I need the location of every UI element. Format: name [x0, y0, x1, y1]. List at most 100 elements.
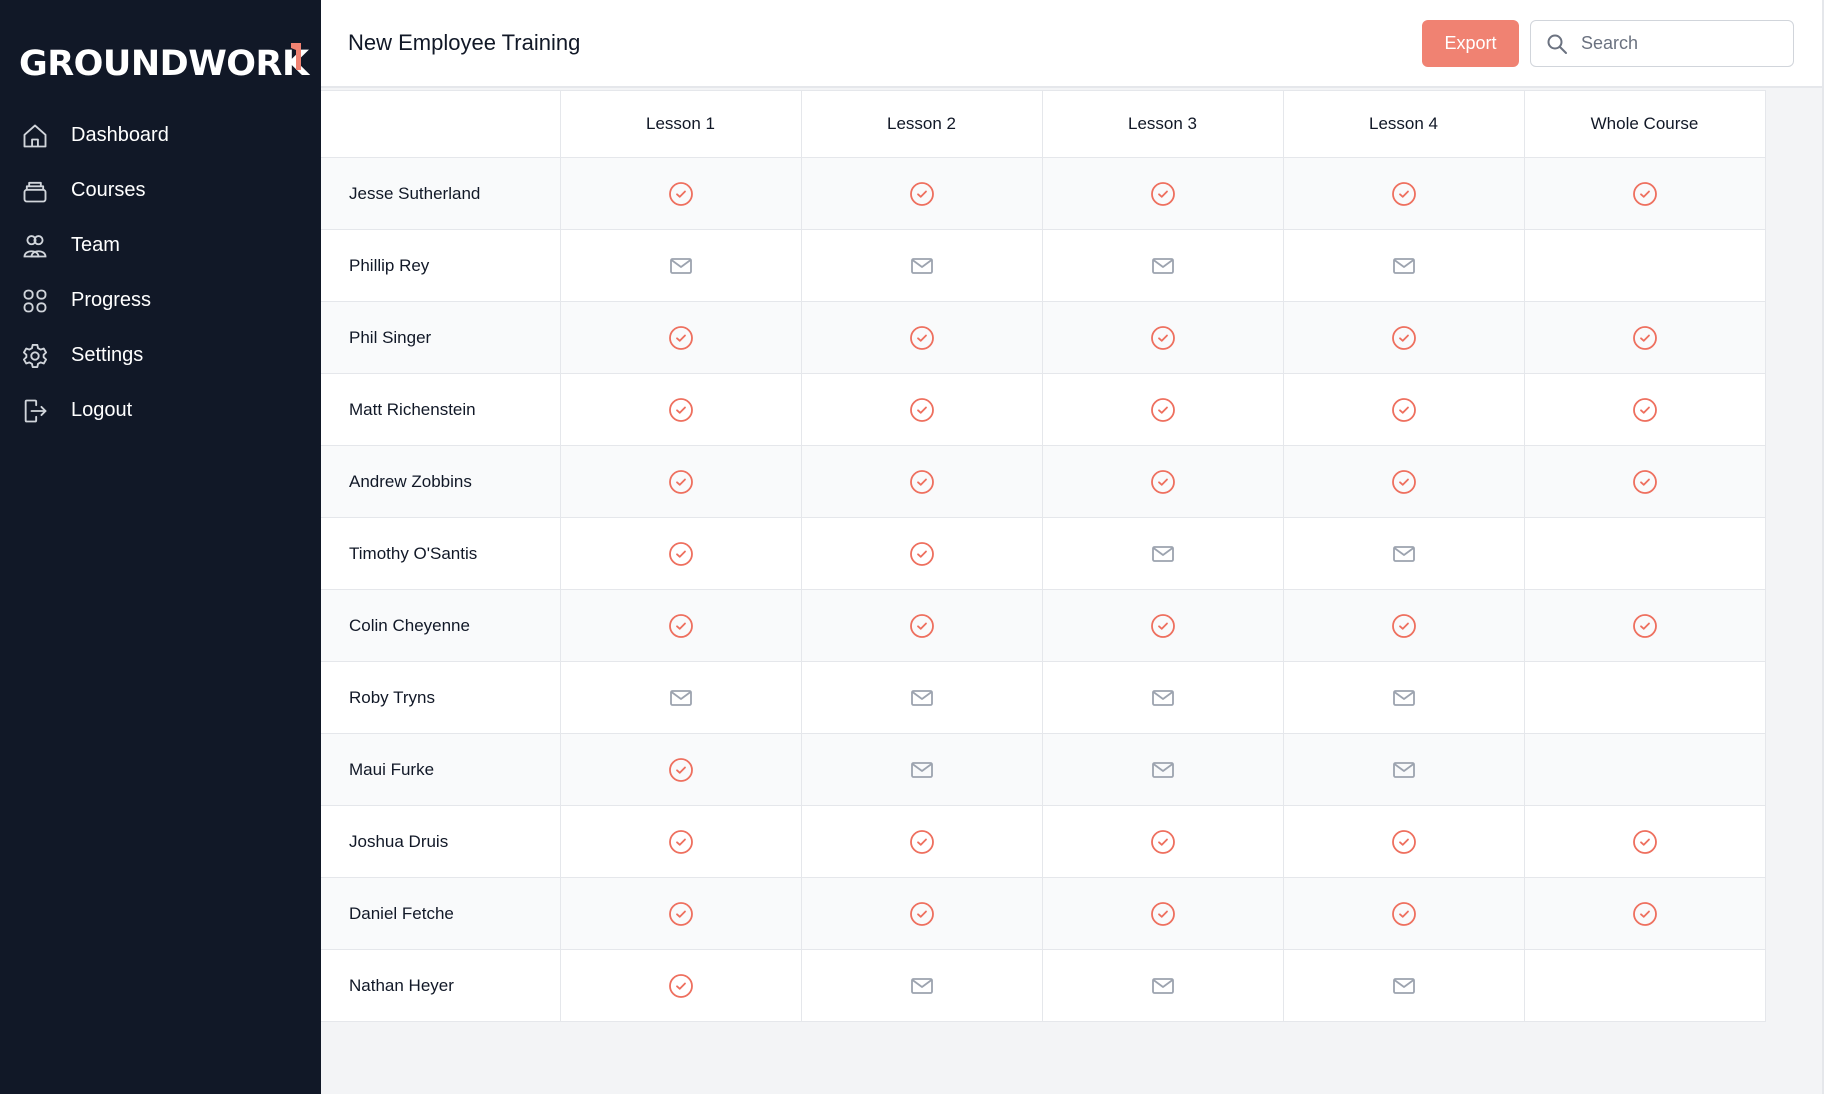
check-circle-icon	[1150, 613, 1176, 639]
sidebar-item-settings[interactable]: Settings	[0, 328, 321, 383]
sidebar-item-logout[interactable]: Logout	[0, 383, 321, 438]
mail-icon[interactable]	[1391, 541, 1417, 567]
status-cell-lesson-1	[559, 877, 802, 950]
check-circle-icon	[909, 541, 935, 567]
status-cell-lesson-4	[1282, 373, 1525, 446]
sidebar-item-label: Dashboard	[71, 124, 169, 146]
status-cell-lesson-4[interactable]	[1282, 517, 1525, 590]
sidebar-item-courses[interactable]: Courses	[0, 163, 321, 218]
status-cell-lesson-3[interactable]	[1041, 661, 1284, 734]
status-cell-lesson-4[interactable]	[1282, 229, 1525, 302]
status-cell-lesson-2	[800, 301, 1043, 374]
table-header-row: Lesson 1 Lesson 2 Lesson 3 Lesson 4 Whol…	[321, 90, 1766, 158]
check-circle-icon	[1632, 397, 1658, 423]
check-circle-icon	[1150, 829, 1176, 855]
check-circle-icon	[668, 541, 694, 567]
mail-icon[interactable]	[909, 253, 935, 279]
status-cell-whole-course	[1523, 877, 1766, 950]
search-icon	[1545, 32, 1569, 56]
status-cell-lesson-4	[1282, 805, 1525, 878]
status-cell-lesson-1[interactable]	[559, 661, 802, 734]
mail-icon[interactable]	[909, 973, 935, 999]
search-box[interactable]	[1530, 20, 1794, 67]
status-cell-lesson-2[interactable]	[800, 229, 1043, 302]
mail-icon[interactable]	[1391, 685, 1417, 711]
sidebar-item-progress[interactable]: Progress	[0, 273, 321, 328]
export-button[interactable]: Export	[1422, 20, 1519, 67]
check-circle-icon	[909, 181, 935, 207]
check-circle-icon	[909, 397, 935, 423]
table-row: Timothy O'Santis	[321, 517, 1766, 590]
progress-table: Lesson 1 Lesson 2 Lesson 3 Lesson 4 Whol…	[321, 90, 1766, 1022]
mail-icon[interactable]	[1391, 973, 1417, 999]
employee-name: Colin Cheyenne	[321, 589, 561, 662]
check-circle-icon	[668, 397, 694, 423]
mail-icon[interactable]	[1150, 541, 1176, 567]
status-cell-lesson-1	[559, 949, 802, 1022]
mail-icon[interactable]	[1150, 685, 1176, 711]
status-cell-lesson-1	[559, 157, 802, 230]
employee-name: Nathan Heyer	[321, 949, 561, 1022]
status-cell-lesson-3	[1041, 589, 1284, 662]
status-cell-lesson-4[interactable]	[1282, 949, 1525, 1022]
column-header-lesson-4: Lesson 4	[1282, 90, 1525, 158]
mail-icon[interactable]	[909, 757, 935, 783]
table-row: Daniel Fetche	[321, 877, 1766, 950]
check-circle-icon	[1150, 469, 1176, 495]
status-cell-lesson-1[interactable]	[559, 229, 802, 302]
mail-icon[interactable]	[668, 253, 694, 279]
check-circle-icon	[1632, 829, 1658, 855]
status-cell-whole-course	[1523, 373, 1766, 446]
table-row: Phillip Rey	[321, 229, 1766, 302]
status-cell-lesson-1	[559, 301, 802, 374]
check-circle-icon	[1150, 181, 1176, 207]
mail-icon[interactable]	[909, 685, 935, 711]
status-cell-lesson-3	[1041, 805, 1284, 878]
status-cell-lesson-2	[800, 877, 1043, 950]
employee-name: Roby Tryns	[321, 661, 561, 734]
status-cell-lesson-3[interactable]	[1041, 949, 1284, 1022]
status-cell-lesson-2[interactable]	[800, 733, 1043, 806]
status-cell-lesson-2[interactable]	[800, 949, 1043, 1022]
sidebar-item-team[interactable]: Team	[0, 218, 321, 273]
check-circle-icon	[909, 325, 935, 351]
sidebar-item-label: Team	[71, 234, 120, 256]
check-circle-icon	[909, 829, 935, 855]
column-header-lesson-3: Lesson 3	[1041, 90, 1284, 158]
status-cell-whole-course	[1523, 661, 1766, 734]
status-cell-lesson-4[interactable]	[1282, 661, 1525, 734]
status-cell-lesson-1	[559, 373, 802, 446]
column-header-lesson-2: Lesson 2	[800, 90, 1043, 158]
table-row: Roby Tryns	[321, 661, 1766, 734]
mail-icon[interactable]	[668, 685, 694, 711]
status-cell-lesson-4[interactable]	[1282, 733, 1525, 806]
check-circle-icon	[1391, 397, 1417, 423]
check-circle-icon	[668, 973, 694, 999]
table-row: Joshua Druis	[321, 805, 1766, 878]
courses-icon	[21, 177, 49, 205]
status-cell-lesson-2	[800, 445, 1043, 518]
table-row: Andrew Zobbins	[321, 445, 1766, 518]
mail-icon[interactable]	[1391, 757, 1417, 783]
status-cell-lesson-3[interactable]	[1041, 517, 1284, 590]
status-cell-whole-course	[1523, 445, 1766, 518]
check-circle-icon	[1391, 181, 1417, 207]
employee-name: Andrew Zobbins	[321, 445, 561, 518]
check-circle-icon	[909, 613, 935, 639]
mail-icon[interactable]	[1150, 757, 1176, 783]
check-circle-icon	[909, 469, 935, 495]
mail-icon[interactable]	[1150, 253, 1176, 279]
status-cell-lesson-3	[1041, 877, 1284, 950]
sidebar-item-dashboard[interactable]: Dashboard	[0, 108, 321, 163]
mail-icon[interactable]	[1150, 973, 1176, 999]
status-cell-lesson-3[interactable]	[1041, 733, 1284, 806]
search-input[interactable]	[1581, 33, 1771, 54]
employee-name: Phil Singer	[321, 301, 561, 374]
status-cell-whole-course	[1523, 949, 1766, 1022]
column-header-whole-course: Whole Course	[1523, 90, 1766, 158]
status-cell-lesson-3[interactable]	[1041, 229, 1284, 302]
sidebar: GROUNDWORK Dashboard Courses Team Progre…	[0, 0, 321, 1094]
status-cell-lesson-4	[1282, 157, 1525, 230]
mail-icon[interactable]	[1391, 253, 1417, 279]
status-cell-lesson-2[interactable]	[800, 661, 1043, 734]
